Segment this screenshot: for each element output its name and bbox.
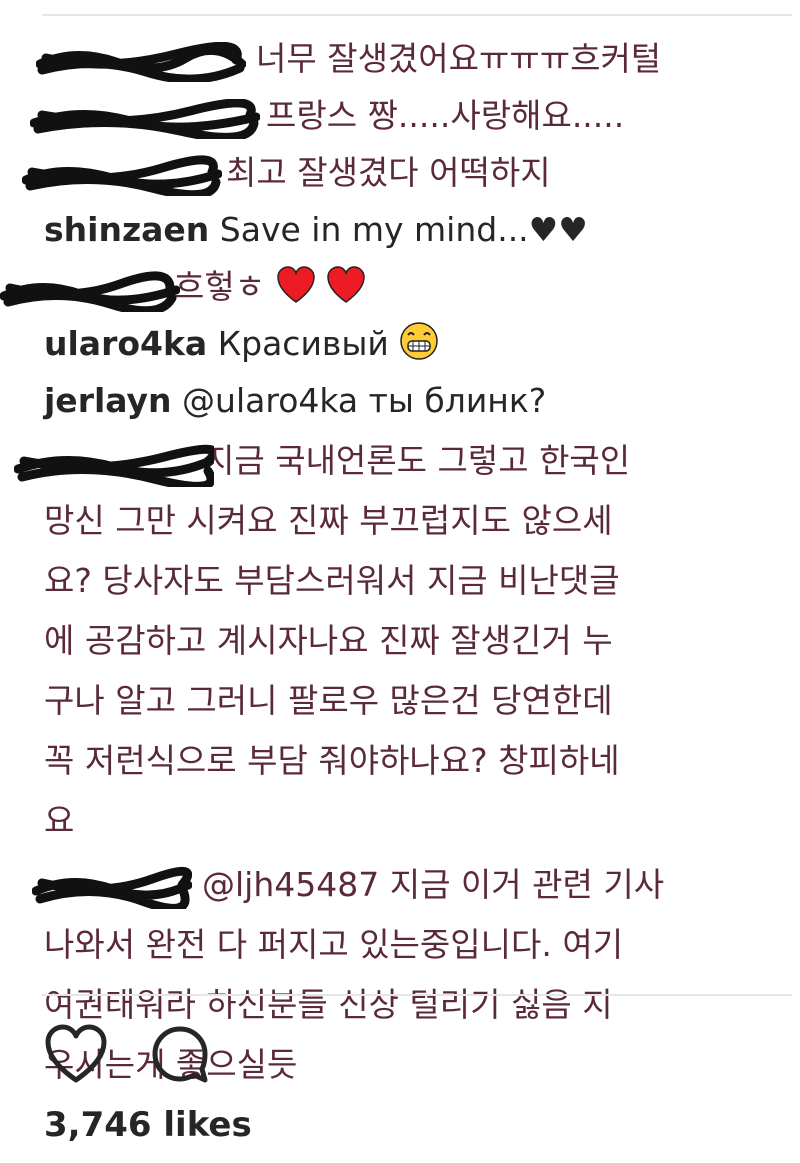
redacted-username xyxy=(32,866,192,909)
redacted-username xyxy=(36,42,246,82)
comment-text-line: 에 공감하고 계시자나요 진짜 잘생긴거 누 xyxy=(44,621,613,660)
comment-item: 너무 잘생겼어요ㅠㅠㅠ흐커털 xyxy=(36,30,764,87)
comment-text: 최고 잘생겼다 어떡하지 xyxy=(226,153,551,192)
comment-item: 흐헣ㅎ xyxy=(0,258,764,315)
red-heart-emoji xyxy=(327,266,365,303)
comment-username[interactable]: shinzaen xyxy=(44,210,209,249)
redacted-username xyxy=(30,99,260,139)
post-actions xyxy=(42,1020,214,1088)
comment-item: 최고 잘생겼다 어떡하지 xyxy=(22,144,764,201)
comment-text: 흐헣ㅎ xyxy=(174,267,266,306)
comment-button[interactable] xyxy=(146,1020,214,1088)
comment-username[interactable]: ularo4ka xyxy=(44,324,207,363)
comment-item: 지금 국내언론도 그렇고 한국인 망신 그만 시켜요 진짜 부끄럽지도 않으세 … xyxy=(14,431,764,851)
redacted-username xyxy=(0,271,180,312)
comment-text-line: 요? 당사자도 부담스러워서 지금 비난댓글 xyxy=(44,561,620,600)
comment-text: @ularo4ka ты блинк? xyxy=(182,381,547,420)
comment-text-line: 망신 그만 시켜요 진짜 부끄럽지도 않으세 xyxy=(44,501,613,540)
comment-item: shinzaen Save in my mind...♥♥ xyxy=(44,201,764,258)
comment-username[interactable]: jerlayn xyxy=(44,381,172,420)
bottom-divider xyxy=(42,994,792,996)
comment-text: 너무 잘생겼어요ㅠㅠㅠ흐커털 xyxy=(256,39,662,78)
comment-text-line: 요 xyxy=(44,801,75,840)
like-button[interactable] xyxy=(42,1020,110,1088)
comment-text-line: 나와서 완전 다 퍼지고 있는중입니다. 여기 xyxy=(44,925,624,964)
comment-text: 프랑스 짱.....사랑해요..... xyxy=(266,96,625,135)
redacted-username xyxy=(22,155,222,196)
redacted-username xyxy=(14,444,214,487)
red-heart-emoji xyxy=(276,266,315,303)
speech-bubble-icon xyxy=(152,1026,208,1083)
likes-count[interactable]: 3,746 likes xyxy=(44,1105,252,1145)
comment-item: ularo4ka Красивый xyxy=(44,315,764,372)
grinning-face-emoji xyxy=(400,322,439,360)
comment-list: 너무 잘생겼어요ㅠㅠㅠ흐커털 프랑스 짱.....사랑해요..... 최고 잘생… xyxy=(0,30,764,1095)
comment-text: Красивый xyxy=(217,324,389,363)
comment-text: Save in my mind...♥♥ xyxy=(219,210,588,249)
comment-text-line: 꼭 저런식으로 부담 줘야하나요? 창피하네 xyxy=(44,741,620,780)
top-divider xyxy=(42,14,792,16)
heart-outline-icon xyxy=(45,1024,107,1083)
comment-item: jerlayn @ularo4ka ты блинк? xyxy=(44,372,764,429)
comment-text-line: 구나 알고 그러니 팔로우 많은건 당연한데 xyxy=(44,681,613,720)
comment-item: 프랑스 짱.....사랑해요..... xyxy=(30,87,764,144)
